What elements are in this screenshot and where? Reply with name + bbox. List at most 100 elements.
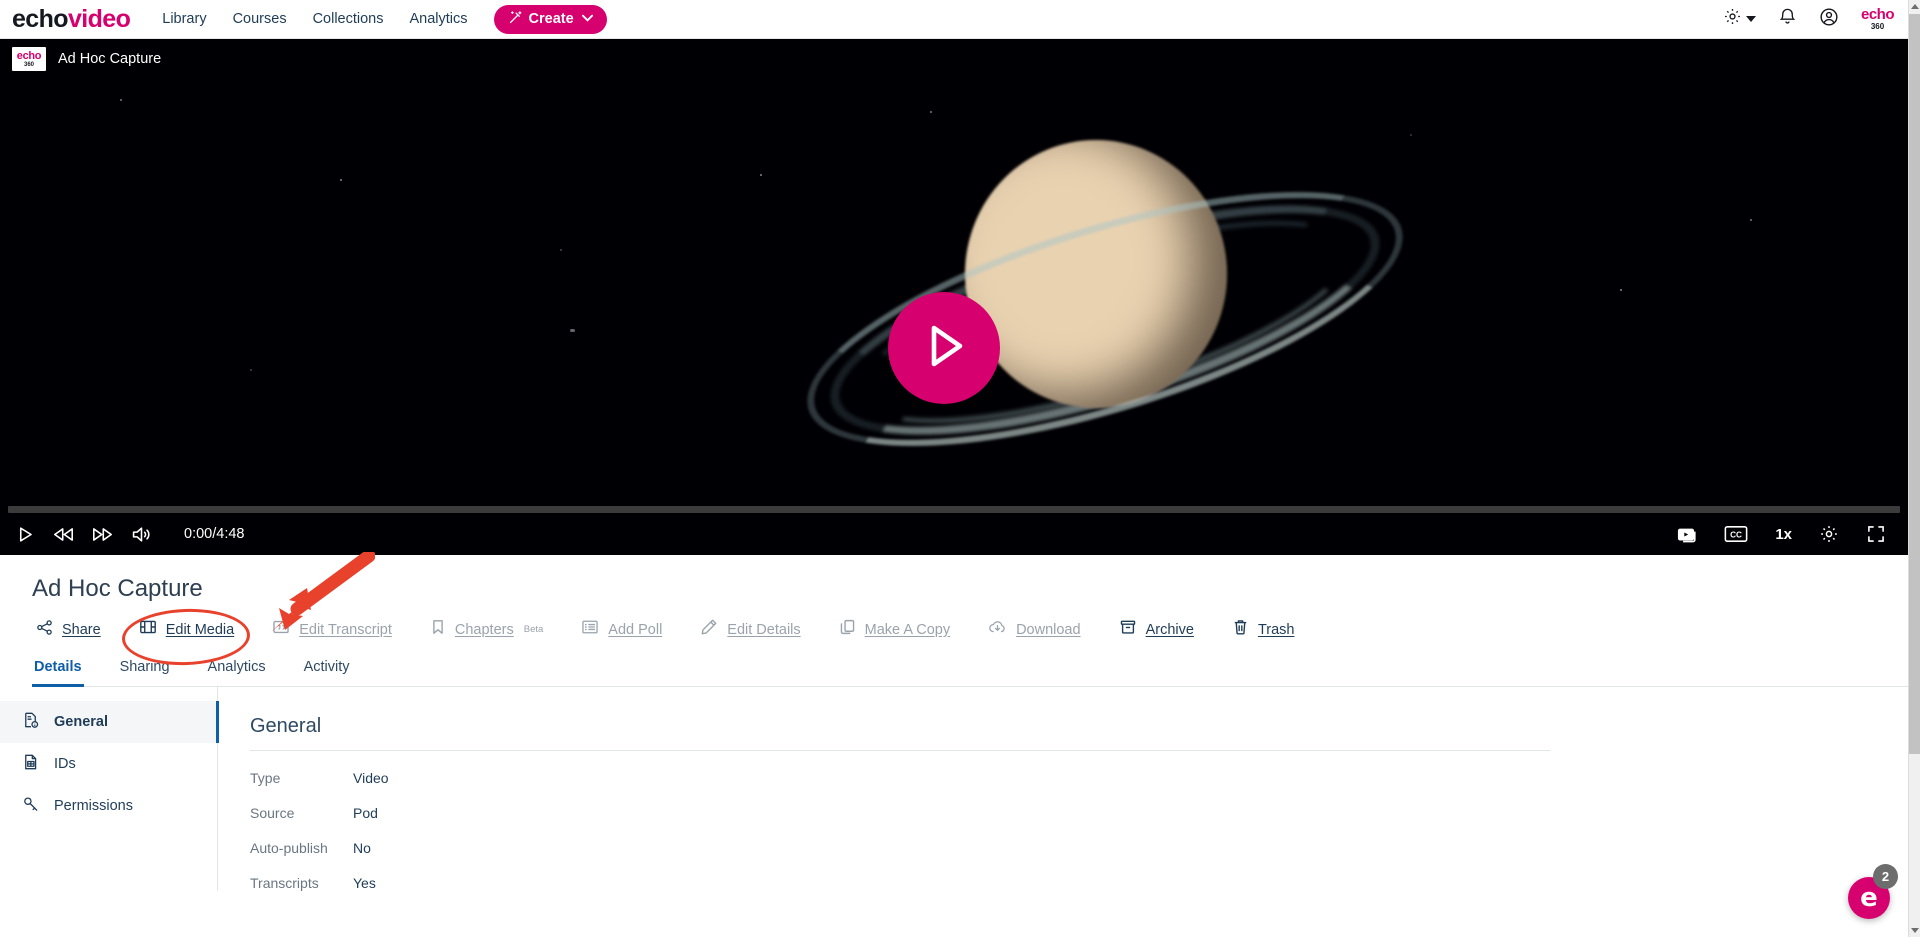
media-details-section: Ad Hoc Capture Share Edit Media Edit Tra…: [0, 555, 1908, 937]
player-controls-left: 0:00/4:48: [16, 525, 244, 544]
download-label: Download: [1016, 621, 1081, 638]
tab-sharing[interactable]: Sharing: [118, 659, 172, 687]
chevron-down-icon: [581, 13, 593, 25]
top-nav-right-group: echo 360: [1723, 6, 1895, 32]
field-auto-publish: Auto-publish No: [250, 840, 1908, 856]
fullscreen-button[interactable]: [1866, 524, 1886, 544]
volume-button[interactable]: [131, 525, 152, 544]
account-button[interactable]: [1819, 7, 1839, 32]
sidebar-item-general-label: General: [54, 714, 108, 730]
svg-text:CC: CC: [1730, 531, 1742, 540]
page-title: Ad Hoc Capture: [32, 575, 203, 602]
sidebar-item-ids[interactable]: IDs: [0, 743, 219, 785]
chevron-down-icon: [1745, 16, 1756, 22]
document-info-icon: [22, 711, 40, 733]
page-scrollbar[interactable]: [1908, 0, 1920, 937]
pencil-icon: [700, 618, 718, 641]
archive-box-icon: [1119, 618, 1137, 641]
chapters-action[interactable]: Chapters Beta: [430, 618, 543, 641]
sidebar-item-permissions[interactable]: Permissions: [0, 785, 219, 827]
create-button-label: Create: [528, 11, 574, 27]
field-transcripts-value: Yes: [353, 875, 376, 891]
archive-label: Archive: [1145, 621, 1194, 638]
player-settings-button[interactable]: [1819, 524, 1839, 544]
download-action[interactable]: Download: [988, 618, 1081, 641]
general-heading: General: [250, 715, 1550, 751]
tab-details[interactable]: Details: [32, 659, 84, 687]
add-poll-label: Add Poll: [608, 621, 663, 638]
edit-media-action[interactable]: Edit Media: [139, 618, 235, 641]
edit-details-label: Edit Details: [727, 621, 801, 638]
sidebar-item-general[interactable]: General: [0, 701, 219, 743]
field-transcripts-key: Transcripts: [250, 875, 319, 891]
scrollbar-down-arrow[interactable]: [1909, 924, 1920, 937]
media-action-toolbar: Share Edit Media Edit Transcript Chapter…: [36, 618, 1908, 641]
edit-transcript-label: Edit Transcript: [299, 621, 392, 638]
player-logo-360: 360: [23, 61, 34, 68]
film-strip-icon: [139, 618, 157, 641]
key-icon: [22, 795, 40, 817]
make-a-copy-label: Make A Copy: [864, 621, 951, 638]
field-transcripts: Transcripts Yes: [250, 875, 1908, 891]
play-overlay-button[interactable]: [888, 292, 1000, 404]
closed-captions-button[interactable]: CC: [1724, 525, 1748, 543]
primary-nav-links: Library Courses Collections Analytics: [162, 11, 467, 27]
cloud-download-icon: [988, 618, 1007, 641]
settings-menu-button[interactable]: [1723, 7, 1756, 31]
chapters-beta-superscript: Beta: [523, 624, 544, 635]
field-type: Type Video: [250, 770, 1908, 786]
player-logo-echo: echo: [16, 49, 42, 62]
nav-link-analytics[interactable]: Analytics: [410, 11, 468, 27]
edit-transcript-action[interactable]: Edit Transcript: [272, 618, 392, 641]
share-nodes-icon: [36, 619, 53, 641]
account-circle-icon: [1819, 7, 1839, 32]
notifications-button[interactable]: [1778, 7, 1797, 31]
share-label: Share: [62, 621, 101, 638]
edit-media-label: Edit Media: [165, 621, 235, 638]
make-a-copy-action[interactable]: Make A Copy: [839, 618, 950, 641]
archive-action[interactable]: Archive: [1119, 618, 1194, 641]
bookmark-icon: [430, 618, 446, 641]
trash-action[interactable]: Trash: [1232, 618, 1294, 641]
help-widget-glyph: e: [1860, 883, 1878, 913]
player-header: echo 360 Ad Hoc Capture: [0, 39, 1908, 79]
share-action[interactable]: Share: [36, 619, 101, 641]
nav-link-courses[interactable]: Courses: [233, 11, 287, 27]
video-player[interactable]: echo 360 Ad Hoc Capture 0:00/4:48 CC 1x: [0, 39, 1908, 555]
field-source: Source Pod: [250, 805, 1908, 821]
player-controls-right: CC 1x: [1675, 524, 1886, 544]
edit-details-action[interactable]: Edit Details: [700, 618, 801, 641]
rewind-button[interactable]: [53, 525, 74, 544]
tab-activity[interactable]: Activity: [302, 659, 352, 687]
brand-video-text: video: [67, 4, 131, 33]
fast-forward-button[interactable]: [92, 525, 113, 544]
list-icon: [581, 618, 599, 641]
nav-link-library[interactable]: Library: [162, 11, 206, 27]
magic-wand-icon: [508, 10, 523, 29]
tab-analytics[interactable]: Analytics: [206, 659, 268, 687]
help-widget-badge[interactable]: 2: [1873, 864, 1898, 889]
echovideo-logo[interactable]: echo video: [12, 4, 131, 34]
details-panel: General IDs Permissions General Type Vid…: [0, 687, 1908, 891]
details-sidebar: General IDs Permissions: [0, 687, 219, 891]
field-source-key: Source: [250, 805, 295, 821]
nav-link-collections[interactable]: Collections: [313, 11, 384, 27]
field-type-key: Type: [250, 770, 281, 786]
player-controls: 0:00/4:48 CC 1x: [0, 513, 1908, 555]
add-poll-action[interactable]: Add Poll: [581, 618, 662, 641]
multi-video-button[interactable]: [1675, 525, 1697, 544]
corner-logo-echo: echo: [1860, 6, 1895, 23]
create-button[interactable]: Create: [493, 4, 607, 34]
sidebar-item-permissions-label: Permissions: [54, 798, 133, 814]
play-button[interactable]: [16, 525, 35, 544]
scrollbar-up-arrow[interactable]: [1909, 0, 1920, 13]
corner-logo-360: 360: [1870, 22, 1885, 31]
field-source-value: Pod: [353, 805, 378, 821]
playback-speed-button[interactable]: 1x: [1775, 526, 1792, 543]
progress-scrubber[interactable]: [8, 506, 1900, 513]
player-title: Ad Hoc Capture: [58, 51, 162, 67]
gear-icon: [1723, 7, 1742, 31]
timecode-display: 0:00/4:48: [184, 526, 245, 542]
echo360-corner-logo[interactable]: echo 360: [1860, 6, 1895, 31]
scrollbar-thumb[interactable]: [1909, 14, 1920, 754]
